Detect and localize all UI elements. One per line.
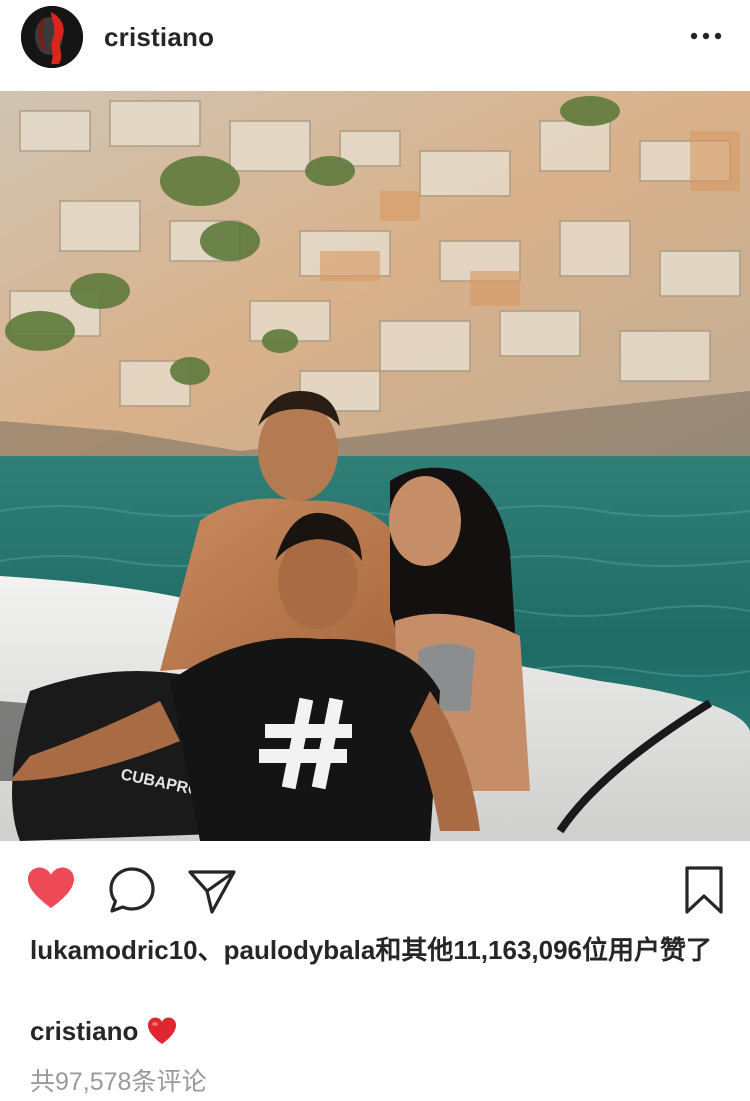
comment-button[interactable] [106, 864, 158, 916]
bookmark-icon [685, 866, 723, 914]
paper-plane-icon [188, 870, 236, 914]
post-photo[interactable]: CUBAPRO [0, 91, 750, 841]
red-heart-icon [146, 1015, 178, 1047]
post-header: cristiano [0, 0, 750, 88]
action-bar [0, 858, 750, 918]
more-options-icon [690, 32, 722, 40]
save-button[interactable] [678, 864, 730, 916]
view-comments-link[interactable]: 共97,578条评论 [30, 1062, 206, 1098]
like-button[interactable] [25, 864, 77, 916]
avatar[interactable] [21, 6, 83, 68]
comment-icon [109, 867, 155, 913]
caption: cristiano [30, 1014, 178, 1048]
more-options-button[interactable] [686, 22, 726, 50]
post-username[interactable]: cristiano [104, 22, 214, 53]
share-button[interactable] [186, 864, 238, 916]
heart-icon [28, 867, 74, 908]
likes-count[interactable]: lukamodric10、paulodybala和其他11,163,096位用户… [30, 935, 720, 966]
caption-username[interactable]: cristiano [30, 1016, 138, 1046]
